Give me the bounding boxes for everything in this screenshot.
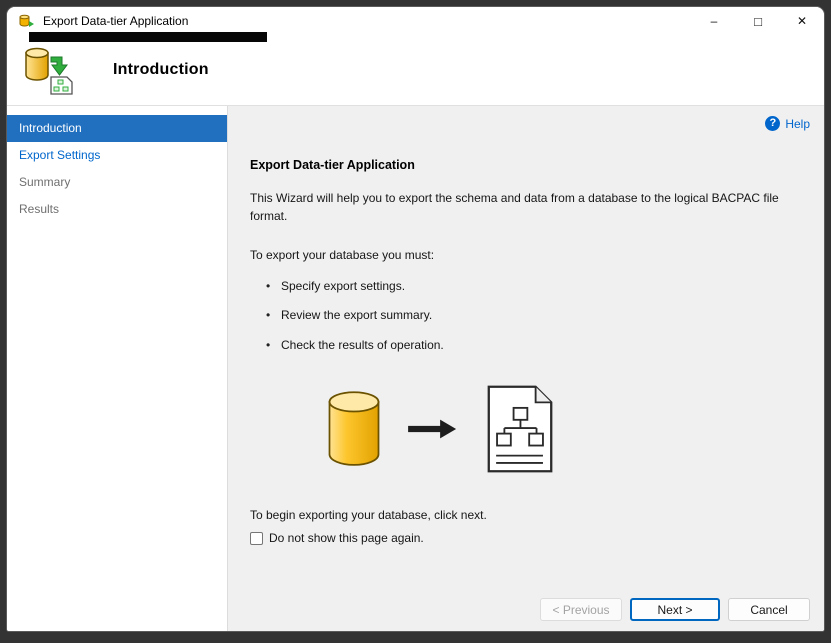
bullet-text: Check the results of operation. [281, 337, 444, 352]
bullet-text: Specify export settings. [281, 279, 406, 293]
content-pane: ? Help Export Data-tier Application This… [227, 106, 824, 631]
sidebar-item-export-settings[interactable]: Export Settings [7, 142, 227, 169]
next-button[interactable]: Next > [630, 598, 720, 621]
requirements-label: To export your database you must: [250, 248, 435, 262]
help-link[interactable]: ? Help [765, 116, 810, 131]
window-title: Export Data-tier Application [43, 14, 189, 28]
close-button[interactable]: ✕ [780, 7, 824, 35]
export-illustration [326, 384, 556, 474]
database-cylinder-icon [328, 391, 380, 466]
wizard-body: Introduction Export Settings Summary Res… [7, 105, 824, 631]
bullet-text: Review the export summary. [281, 308, 433, 323]
bullet-item: Check the results of operation. [266, 337, 824, 353]
help-icon: ? [765, 116, 781, 131]
sidebar-item-label: Results [19, 202, 60, 216]
dont-show-again-row: Do not show this page again. [250, 531, 824, 545]
bullet-item: Specify export settings. [266, 279, 824, 294]
cancel-button[interactable]: Cancel [728, 598, 810, 621]
sidebar-item-introduction[interactable]: Introduction [7, 115, 227, 142]
minimize-button[interactable]: – [692, 7, 736, 35]
button-row: < Previous Next > Cancel [540, 598, 810, 621]
dont-show-again-checkbox[interactable] [250, 531, 263, 545]
sidebar-item-label: Summary [19, 175, 71, 189]
database-export-icon [25, 47, 73, 95]
right-arrow-icon [408, 419, 457, 439]
wizard-header: Introduction [7, 35, 824, 105]
maximize-button[interactable]: □ [736, 7, 780, 35]
desktop: { "window": { "title": "Export Data-tier… [0, 0, 831, 643]
sidebar-item-results: Results [7, 196, 227, 223]
sidebar-item-label: Introduction [19, 121, 82, 135]
requirements-list: Specify export settings. Review the expo… [228, 279, 824, 353]
steps-sidebar: Introduction Export Settings Summary Res… [7, 106, 227, 631]
bullet-item: Review the export summary. [266, 308, 824, 323]
title-bar: Export Data-tier Application – □ ✕ [7, 7, 824, 35]
content-heading: Export Data-tier Application [250, 158, 415, 172]
begin-text: To begin exporting your database, click … [250, 508, 487, 523]
bacpac-file-icon [487, 385, 553, 473]
help-label: Help [785, 116, 810, 131]
window-controls: – □ ✕ [692, 7, 824, 35]
dont-show-again-label: Do not show this page again. [269, 531, 424, 546]
app-database-export-icon [19, 14, 34, 27]
previous-button[interactable]: < Previous [540, 598, 622, 621]
page-title: Introduction [113, 61, 209, 78]
intro-paragraph: This Wizard will help you to export the … [250, 191, 779, 223]
export-data-tier-wizard-window: Export Data-tier Application – □ ✕ Intro… [7, 7, 824, 631]
sidebar-item-label: Export Settings [19, 148, 101, 162]
dark-strip-artifact [29, 32, 267, 42]
sidebar-item-summary: Summary [7, 169, 227, 196]
